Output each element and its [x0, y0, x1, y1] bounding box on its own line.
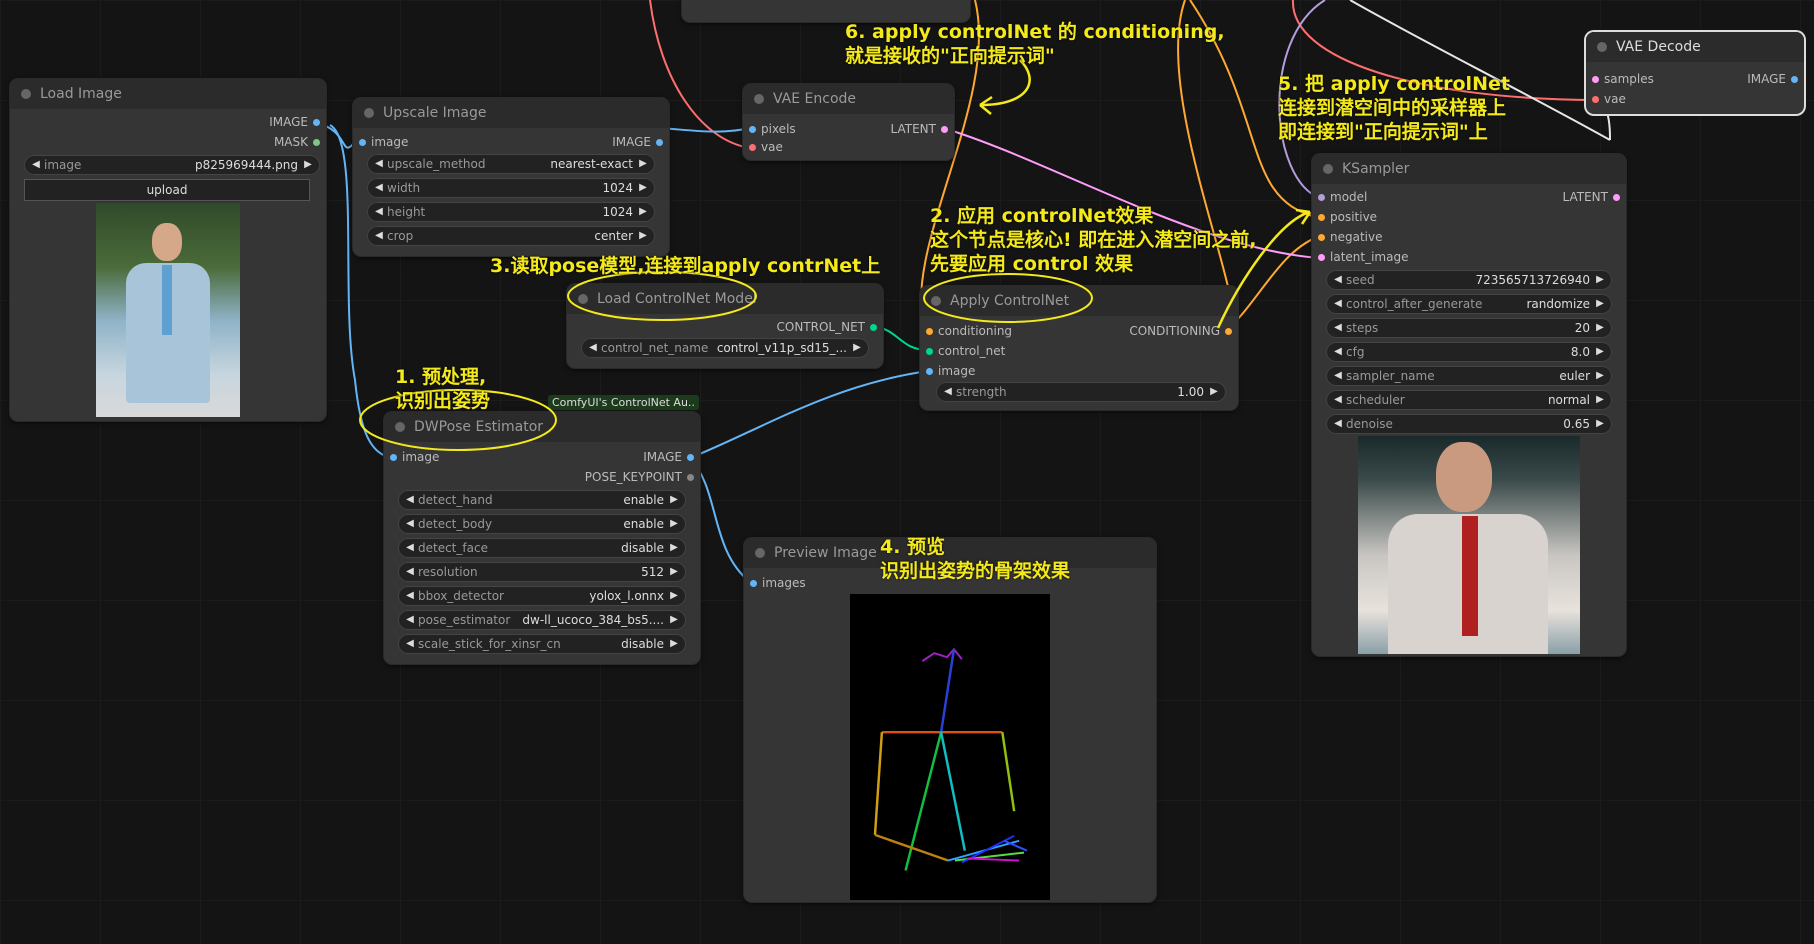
node-graph-canvas[interactable]: Load Image IMAGE MASK ◀ image p825969444… — [0, 0, 1814, 944]
annotation-step1: 1. 预处理, 识别出姿势 — [395, 365, 490, 413]
annotation-overlay — [359, 59, 1312, 451]
annotation-step6: 6. apply controlNet 的 conditioning, 就是接收的… — [845, 20, 1225, 68]
annotation-line: 2. 应用 controlNet效果 — [930, 205, 1154, 227]
annotation-step5: 5. 把 apply controlNet 连接到潜空间中的采样器上 即连接到"正向… — [1278, 72, 1510, 144]
annotation-line: 5. 把 apply controlNet — [1278, 73, 1510, 95]
annotation-line: 6. apply controlNet 的 conditioning, — [845, 21, 1225, 43]
annotation-line: 即连接到"正向提示词"上 — [1278, 121, 1488, 143]
annotation-step2: 2. 应用 controlNet效果 这个节点是核心! 即在进入潜空间之前, 先要应… — [930, 204, 1257, 276]
annotation-line: 先要应用 control 效果 — [930, 253, 1134, 275]
annotation-step3: 3.读取pose模型,连接到apply contrNet上 — [490, 255, 881, 277]
annotation-line: 识别出姿势 — [395, 390, 491, 412]
annotation-line: 4. 预览 — [880, 536, 946, 558]
annotation-line: 连接到潜空间中的采样器上 — [1278, 97, 1507, 119]
annotation-line: 识别出姿势的骨架效果 — [880, 560, 1071, 582]
annotation-line: 就是接收的"正向提示词" — [845, 45, 1055, 67]
annotation-line: 1. 预处理, — [395, 366, 487, 388]
annotation-step4: 4. 预览 识别出姿势的骨架效果 — [880, 535, 1070, 583]
annotation-line: 这个节点是核心! 即在进入潜空间之前, — [930, 229, 1257, 251]
